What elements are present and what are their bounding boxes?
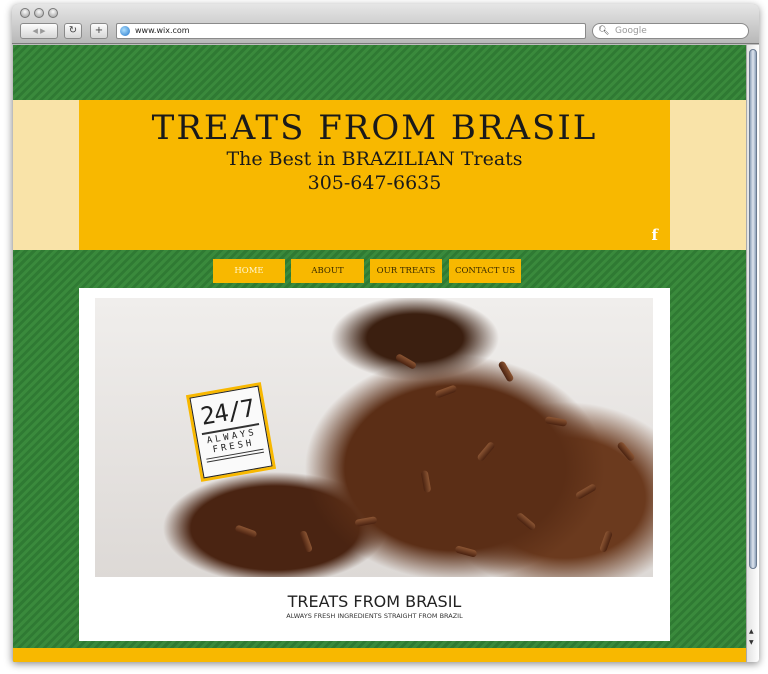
site-subtitle: The Best in BRAZILIAN Treats [226, 148, 523, 170]
scroll-down-arrow[interactable]: ▼ [749, 639, 754, 646]
nav-contact-us[interactable]: CONTACT US [449, 259, 521, 283]
search-icon: 🔍︎ [598, 26, 610, 36]
browser-toolbar: ◀ ▶ ↻ + www.wix.com 🔍︎ Google [12, 4, 759, 44]
web-page: TREATS FROM BRASIL The Best in BRAZILIAN… [13, 45, 746, 662]
footer-band [13, 648, 746, 662]
vertical-scrollbar[interactable]: ▲ ▼ [746, 45, 759, 662]
scroll-up-arrow[interactable]: ▲ [749, 628, 754, 635]
search-placeholder: Google [615, 26, 647, 36]
reload-button[interactable]: ↻ [64, 23, 82, 39]
header-band: TREATS FROM BRASIL The Best in BRAZILIAN… [13, 100, 746, 250]
phone-number: 305-647-6635 [307, 172, 442, 194]
always-fresh-badge: 24/7 ALWAYS FRESH [185, 382, 277, 482]
address-bar[interactable]: www.wix.com [116, 23, 586, 39]
hero-image-brigadeiro: 24/7 ALWAYS FRESH [95, 298, 653, 577]
add-bookmark-button[interactable]: + [90, 23, 108, 39]
close-window-button[interactable] [20, 8, 30, 18]
site-title: TREATS FROM BRASIL [151, 108, 598, 148]
globe-icon [120, 26, 130, 36]
content-panel: 24/7 ALWAYS FRESH TREATS FROM BRASIL ALW… [79, 288, 670, 641]
facebook-icon[interactable]: f [652, 226, 658, 244]
nav-about[interactable]: ABOUT [291, 259, 364, 283]
caption-subtitle: ALWAYS FRESH INGREDIENTS STRAIGHT FROM B… [286, 612, 463, 620]
scrollbar-thumb[interactable] [749, 49, 757, 569]
nav-home[interactable]: HOME [213, 259, 285, 283]
url-text: www.wix.com [135, 26, 190, 35]
caption-title: TREATS FROM BRASIL [287, 592, 462, 611]
zoom-window-button[interactable] [48, 8, 58, 18]
browser-window: ◀ ▶ ↻ + www.wix.com 🔍︎ Google TREATS FROM… [12, 4, 759, 662]
search-field[interactable]: 🔍︎ Google [592, 23, 749, 39]
minimize-window-button[interactable] [34, 8, 44, 18]
nav-our-treats[interactable]: OUR TREATS [370, 259, 442, 283]
back-forward-button[interactable]: ◀ ▶ [20, 23, 58, 39]
header: TREATS FROM BRASIL The Best in BRAZILIAN… [79, 100, 670, 250]
